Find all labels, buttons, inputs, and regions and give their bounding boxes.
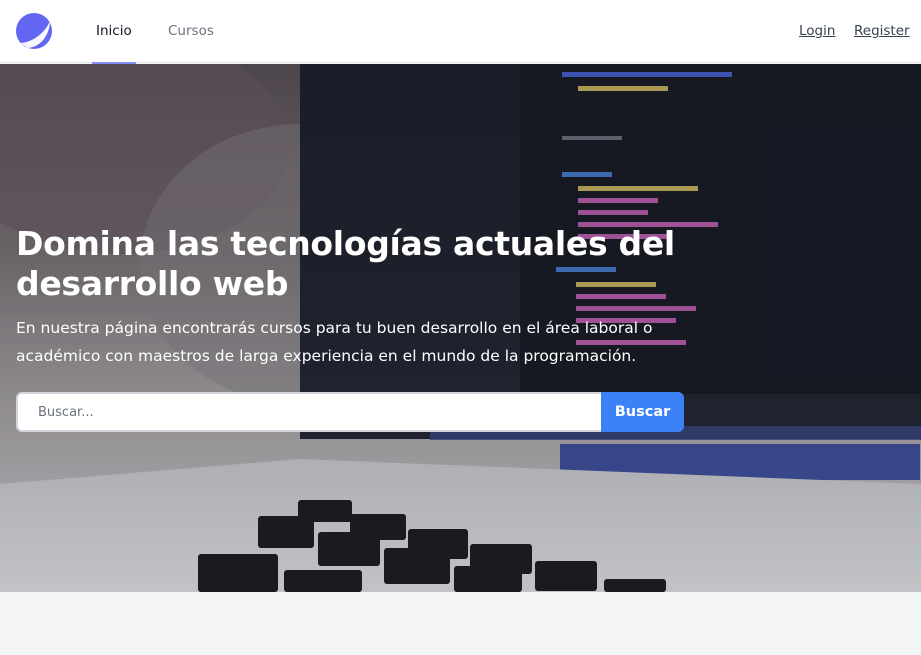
- logo-icon[interactable]: [16, 13, 52, 49]
- nav-link-inicio[interactable]: Inicio: [92, 0, 136, 64]
- login-link[interactable]: Login: [799, 23, 835, 39]
- register-link[interactable]: Register: [854, 23, 910, 39]
- search-input[interactable]: [16, 392, 606, 432]
- hero-subtitle: En nuestra página encontrarás cursos par…: [16, 319, 653, 365]
- search-button[interactable]: Buscar: [601, 392, 684, 432]
- hero-section: Domina las tecnologías actuales del desa…: [0, 64, 921, 592]
- search-bar: Buscar: [16, 392, 684, 432]
- hero-title: Domina las tecnologías actuales del desa…: [16, 224, 675, 303]
- nav-link-cursos[interactable]: Cursos: [168, 0, 214, 63]
- top-navbar: Inicio Cursos Login Register: [0, 0, 921, 64]
